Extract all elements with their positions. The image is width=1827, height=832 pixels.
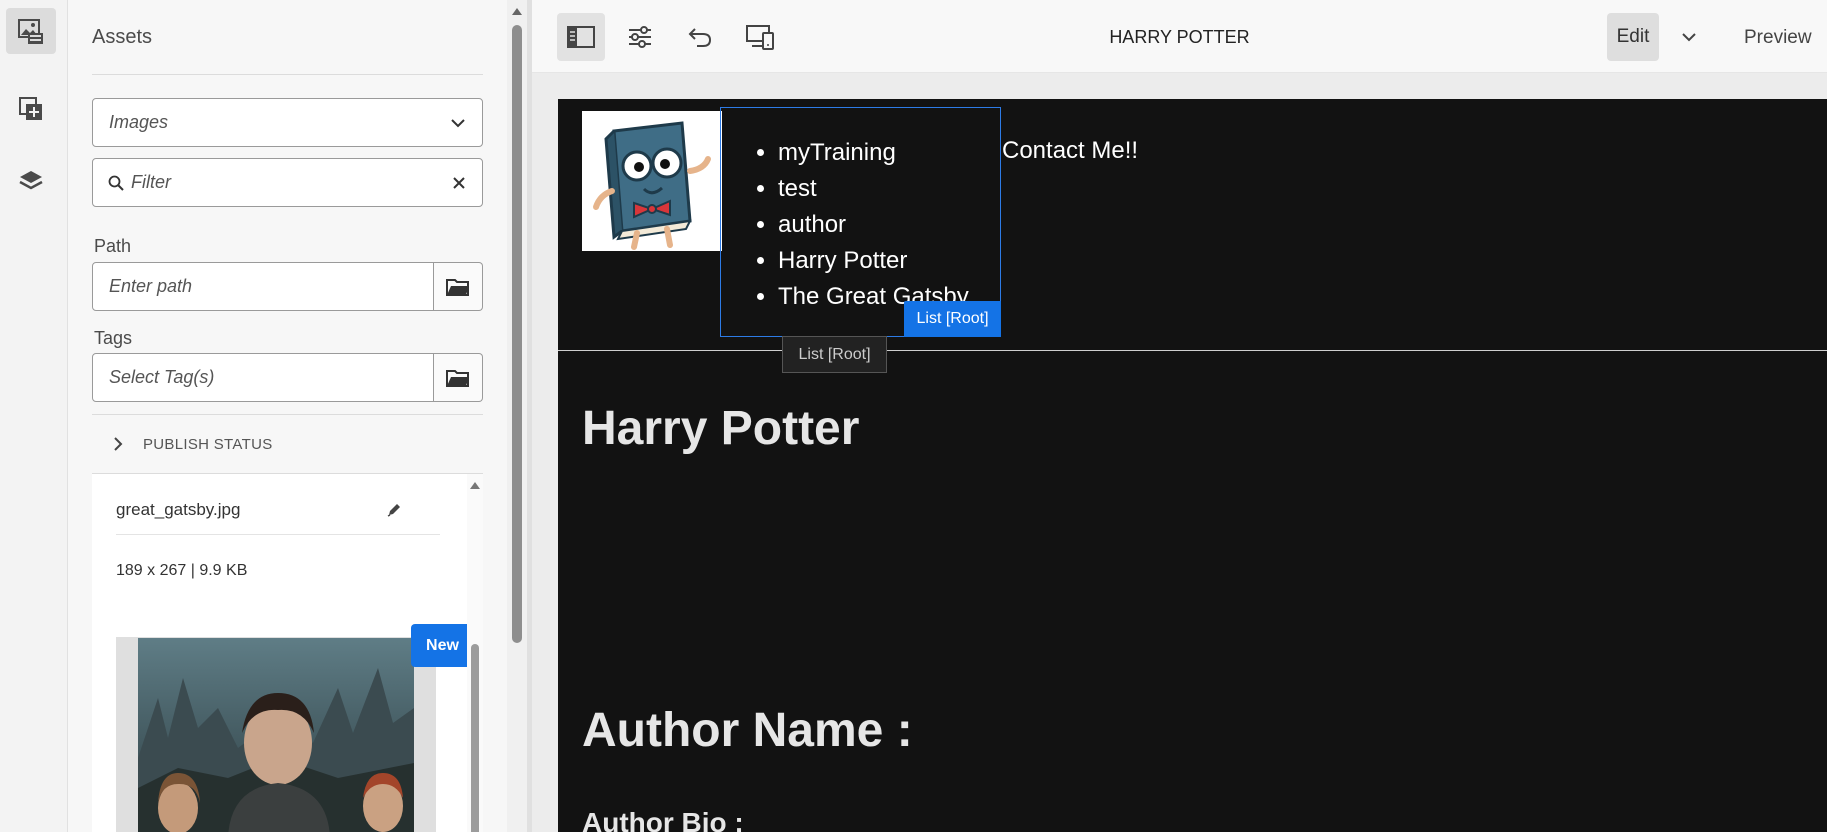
content-tree-tab[interactable] [6, 158, 56, 204]
path-browse-button[interactable] [434, 262, 483, 311]
new-badge: New [411, 624, 474, 667]
nav-item[interactable]: author [778, 207, 969, 243]
folder-icon [446, 278, 469, 296]
tags-placeholder: Select Tag(s) [109, 367, 215, 387]
path-label: Path [94, 236, 132, 256]
path-input[interactable]: Enter path [92, 262, 434, 311]
publish-status-label: PUBLISH STATUS [143, 436, 273, 453]
toggle-side-panel-button[interactable] [557, 13, 605, 61]
undo-button[interactable] [676, 13, 724, 61]
panel-scrollbar[interactable] [507, 0, 527, 832]
asset-name: great_gatsby.jpg [116, 500, 241, 519]
header-divider [558, 350, 1827, 351]
component-tooltip: List [Root] [782, 336, 887, 373]
mode-dropdown-button[interactable] [1677, 25, 1701, 49]
component-label-badge[interactable]: List [Root] [904, 301, 1001, 337]
chevron-down-icon [1682, 33, 1696, 42]
page-preview: myTraining test author Harry Potter The … [558, 99, 1827, 832]
nav-item[interactable]: Harry Potter [778, 243, 969, 279]
tags-label: Tags [94, 328, 133, 348]
author-bio-heading[interactable]: Author Bio : [582, 807, 744, 832]
nav-item[interactable]: myTraining [778, 135, 969, 171]
asset-list-scrollbar[interactable] [467, 474, 483, 832]
folder-icon [446, 369, 469, 387]
side-panel-icon [567, 26, 595, 48]
chevron-down-icon [451, 119, 465, 128]
assets-icon [18, 19, 43, 44]
components-tab[interactable] [6, 86, 56, 132]
editor-canvas: myTraining test author Harry Potter The … [532, 73, 1827, 832]
nav-item[interactable]: test [778, 171, 969, 207]
asset-type-value: Images [109, 112, 169, 132]
tags-browse-button[interactable] [434, 353, 483, 402]
clear-icon[interactable] [452, 176, 466, 190]
undo-icon [688, 28, 712, 47]
components-icon [19, 97, 42, 120]
contact-link[interactable]: Contact Me!! [1002, 137, 1138, 165]
scroll-up-icon[interactable] [469, 480, 481, 490]
filter-placeholder: Filter [131, 172, 171, 192]
assets-tab[interactable] [6, 8, 56, 54]
scrollbar-thumb[interactable] [471, 644, 479, 832]
filter-input[interactable]: Filter [92, 158, 483, 207]
edit-mode-button[interactable]: Edit [1607, 13, 1659, 61]
asset-thumbnail[interactable] [138, 638, 414, 832]
panel-title: Assets [92, 26, 153, 48]
publish-status-toggle[interactable]: PUBLISH STATUS [92, 414, 483, 474]
scrollbar-thumb[interactable] [512, 25, 522, 643]
author-name-heading[interactable]: Author Name : [582, 703, 913, 758]
sliders-icon [629, 26, 651, 48]
tags-input[interactable]: Select Tag(s) [92, 353, 434, 402]
editor-toolbar: HARRY POTTER Edit Preview [532, 0, 1827, 73]
preview-button[interactable]: Preview [1744, 27, 1812, 49]
scroll-up-icon[interactable] [511, 6, 523, 16]
search-icon [108, 175, 124, 191]
edit-pencil-icon[interactable] [386, 502, 402, 518]
divider [116, 534, 440, 535]
site-logo[interactable] [582, 111, 722, 251]
navigation-list: myTraining test author Harry Potter The … [758, 135, 969, 315]
device-icon [746, 25, 774, 50]
properties-button[interactable] [616, 13, 664, 61]
book-mascot-image [582, 111, 722, 251]
emulator-button[interactable] [736, 13, 784, 61]
layers-icon [19, 171, 43, 190]
chevron-right-icon [114, 437, 123, 451]
asset-type-select[interactable]: Images [92, 98, 483, 147]
assets-panel: Assets Images Filter Path Enter path Tag… [68, 0, 507, 832]
page-heading[interactable]: Harry Potter [582, 401, 859, 456]
asset-meta: 189 x 267 | 9.9 KB [116, 562, 248, 579]
path-placeholder: Enter path [109, 276, 193, 296]
side-rail [0, 0, 68, 832]
divider [92, 74, 483, 75]
asset-list: great_gatsby.jpg 189 x 267 | 9.9 KB New [92, 474, 474, 832]
poster-image [138, 638, 414, 832]
